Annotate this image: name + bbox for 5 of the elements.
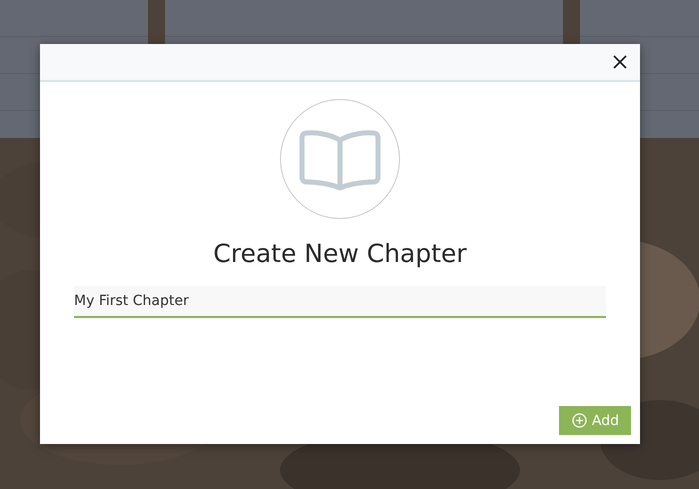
chapter-name-field[interactable]: My First Chapter — [74, 286, 606, 318]
close-button[interactable] — [612, 54, 628, 70]
dialog-title: Create New Chapter — [213, 239, 467, 268]
close-icon — [612, 54, 628, 70]
plus-circle-icon — [572, 413, 587, 428]
